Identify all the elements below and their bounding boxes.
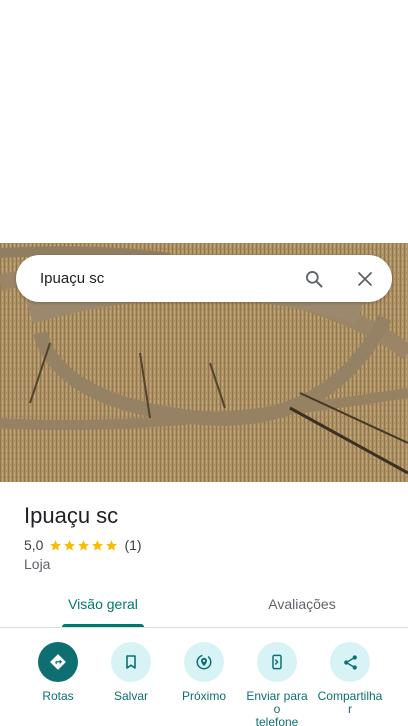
send-to-phone-button-circle — [257, 642, 297, 682]
save-label: Salvar — [113, 689, 148, 703]
rating-row[interactable]: 5,0 (1) — [24, 536, 142, 554]
tab-overview[interactable]: Visão geral — [62, 590, 144, 627]
nearby-label: Próximo — [181, 689, 226, 703]
maps-place-page: Ipuaçu sc Ipuaçu sc 5,0 (1) Loja Visão g… — [0, 0, 408, 726]
send-to-phone-button[interactable]: Enviar para o telefone — [239, 642, 315, 726]
share-icon — [343, 654, 357, 670]
directions-icon — [50, 654, 66, 670]
star-rating — [49, 539, 119, 552]
send-to-phone-icon — [272, 654, 282, 670]
tab-reviews[interactable]: Avaliações — [255, 590, 349, 627]
tab-reviews-label: Avaliações — [268, 596, 336, 612]
directions-button-circle — [38, 642, 78, 682]
star-icon — [64, 539, 76, 551]
star-icon — [106, 539, 118, 551]
nearby-icon — [196, 654, 212, 670]
search-input[interactable]: Ipuaçu sc — [40, 269, 104, 288]
selected-tab-indicator — [62, 624, 144, 627]
search-icon — [306, 271, 323, 288]
share-label: Compartilha r — [317, 689, 383, 716]
rating-value: 5,0 — [24, 537, 44, 553]
tab-overview-label: Visão geral — [68, 596, 138, 612]
save-button-circle — [111, 642, 151, 682]
star-icon — [92, 539, 104, 551]
save-button[interactable]: Salvar — [93, 642, 169, 703]
bookmark-icon — [126, 655, 136, 669]
send-to-phone-label: Enviar para o telefone — [246, 689, 308, 726]
search-bar[interactable]: Ipuaçu sc — [16, 255, 392, 302]
nearby-button-circle — [184, 642, 224, 682]
place-name: Ipuaçu sc — [24, 503, 119, 528]
place-category: Loja — [24, 556, 51, 572]
share-button[interactable]: Compartilha r — [312, 642, 388, 716]
review-count: (1) — [124, 537, 142, 553]
directions-label: Rotas — [42, 689, 74, 703]
star-icon — [50, 539, 62, 551]
directions-button[interactable]: Rotas — [20, 642, 96, 703]
nearby-button[interactable]: Próximo — [166, 642, 242, 703]
share-button-circle — [330, 642, 370, 682]
search-button[interactable] — [298, 263, 330, 295]
close-icon — [358, 272, 372, 286]
action-buttons: Rotas Salvar Próximo Enviar para o telef… — [0, 640, 408, 726]
star-icon — [78, 539, 90, 551]
place-tabs: Visão geral Avaliações — [0, 590, 408, 628]
clear-search-button[interactable] — [349, 263, 381, 295]
